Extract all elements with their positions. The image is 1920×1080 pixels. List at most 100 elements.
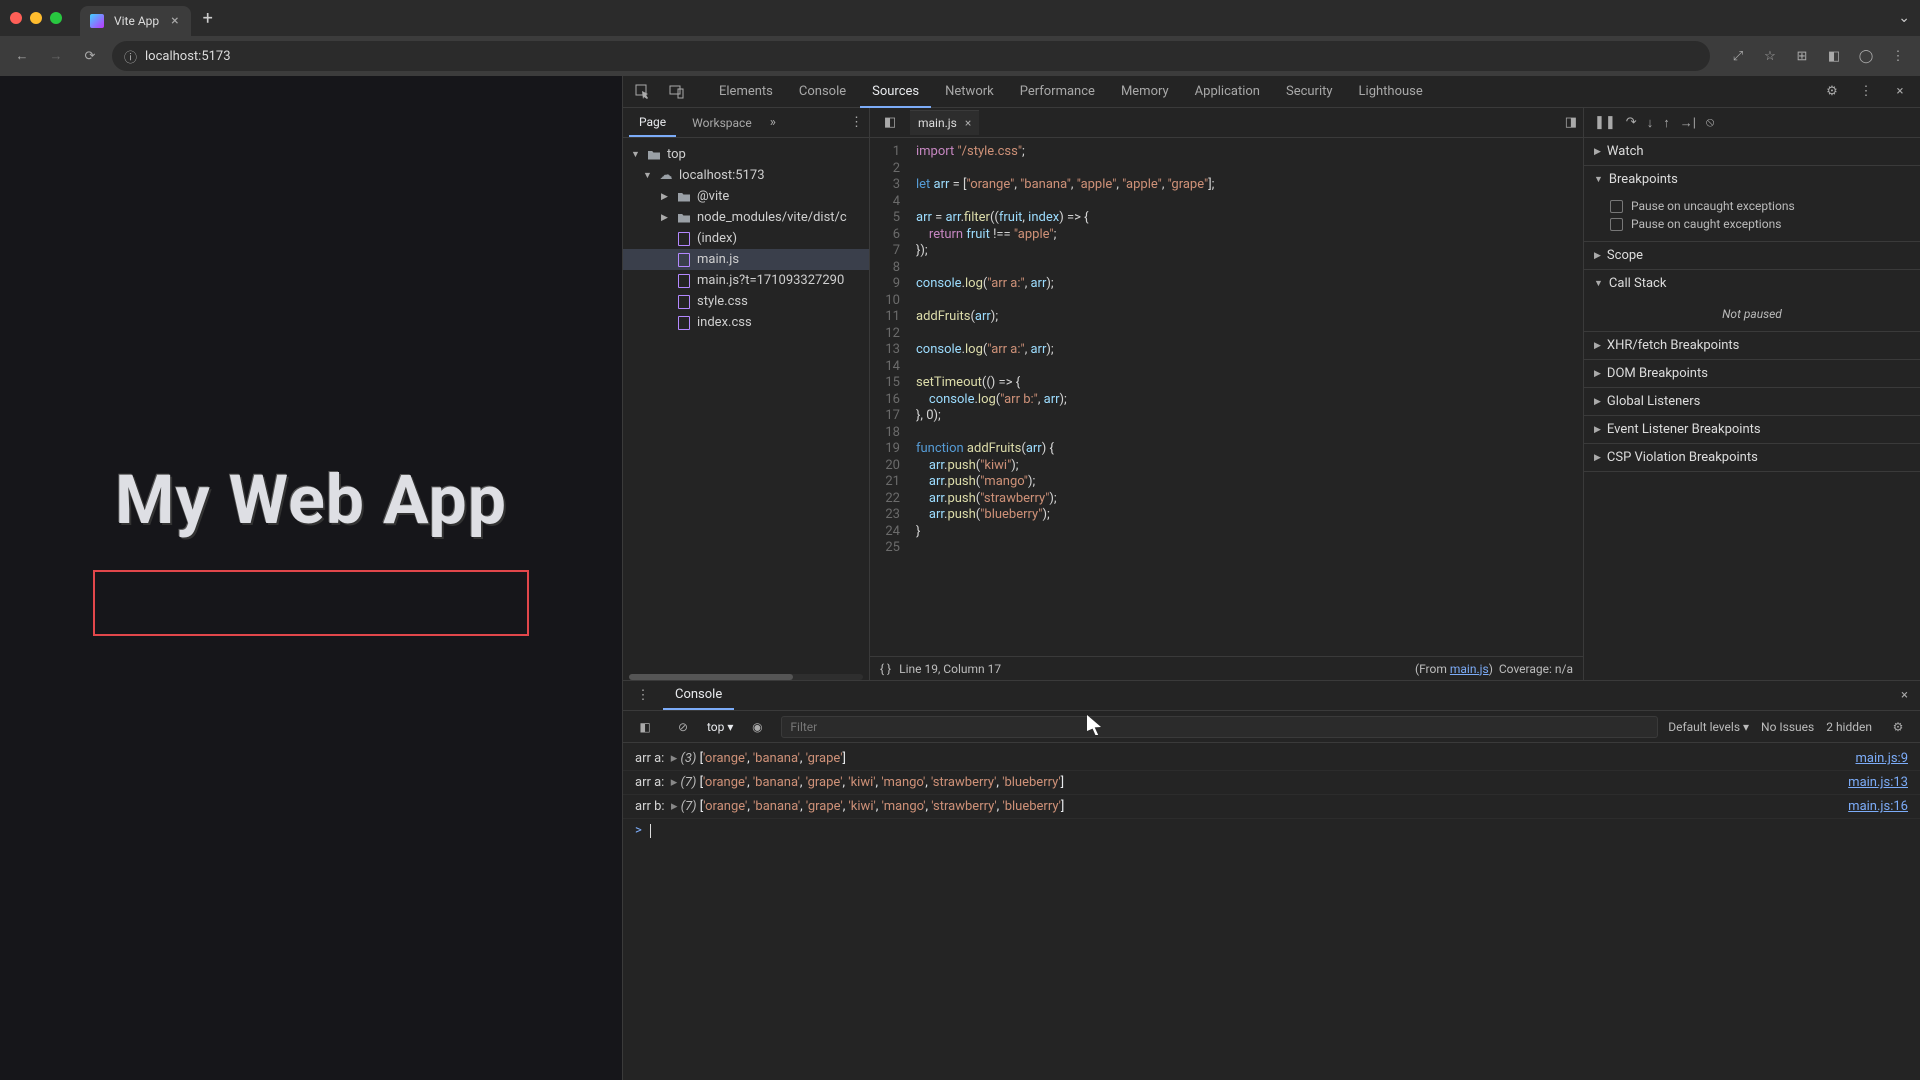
console-drawer: ⋮ Console × ◧ ⊘ top ▾ ◉ Filter Default l…	[623, 680, 1920, 1080]
console-row[interactable]: arr a: ▸ (3) ['orange', 'banana', 'grape…	[623, 747, 1920, 771]
devtools-close-icon[interactable]: ×	[1886, 78, 1914, 106]
tree-host[interactable]: ▼☁localhost:5173	[623, 165, 869, 186]
navigator-more-icon[interactable]: »	[770, 115, 776, 130]
step-into-icon[interactable]: ↓	[1647, 115, 1654, 131]
folder-icon	[677, 190, 691, 204]
console-output[interactable]: arr a: ▸ (3) ['orange', 'banana', 'grape…	[623, 743, 1920, 1080]
devtools-tab-memory[interactable]: Memory	[1109, 76, 1181, 108]
dom-breakpoints-section[interactable]: ▶DOM Breakpoints	[1584, 360, 1920, 387]
browser-tab-strip: Vite App × + ⌄	[0, 0, 1920, 36]
devtools-tab-security[interactable]: Security	[1274, 76, 1345, 108]
folder-icon	[677, 211, 691, 225]
pause-icon[interactable]: ❚❚	[1594, 115, 1616, 130]
breakpoints-section[interactable]: ▼Breakpoints	[1584, 166, 1920, 193]
zoom-icon[interactable]: ⤢	[1724, 42, 1752, 70]
navigator-menu-icon[interactable]: ⋮	[850, 115, 863, 130]
devtools-tab-elements[interactable]: Elements	[707, 76, 785, 108]
devtools-tab-sources[interactable]: Sources	[860, 76, 931, 108]
issues-label[interactable]: No Issues	[1761, 720, 1814, 734]
sidepanel-icon[interactable]: ◧	[1820, 42, 1848, 70]
maximize-window-icon[interactable]	[50, 12, 62, 24]
profile-icon[interactable]: ◯	[1852, 42, 1880, 70]
reload-button[interactable]: ⟳	[76, 42, 104, 70]
devtools-tab-console[interactable]: Console	[787, 76, 858, 108]
drawer-menu-icon[interactable]: ⋮	[629, 682, 657, 710]
forward-button[interactable]: →	[42, 42, 70, 70]
console-source-link[interactable]: main.js:9	[1855, 751, 1908, 766]
console-prompt[interactable]: >	[623, 819, 1920, 842]
console-sidebar-icon[interactable]: ◧	[631, 713, 659, 741]
tree-top[interactable]: ▼top	[623, 144, 869, 165]
hidden-count[interactable]: 2 hidden	[1826, 720, 1872, 734]
tab-list-button[interactable]: ⌄	[1898, 10, 1910, 26]
console-source-link[interactable]: main.js:16	[1848, 799, 1908, 814]
pretty-print-icon[interactable]: { }	[880, 662, 891, 676]
from-link[interactable]: main.js	[1450, 662, 1489, 676]
csp-breakpoints-section[interactable]: ▶CSP Violation Breakpoints	[1584, 444, 1920, 471]
devtools-settings-icon[interactable]: ⚙	[1818, 78, 1846, 106]
pause-caught-checkbox[interactable]: Pause on caught exceptions	[1610, 215, 1910, 233]
bookmark-icon[interactable]: ☆	[1756, 42, 1784, 70]
tree-file-index[interactable]: (index)	[623, 228, 869, 249]
file-icon	[677, 274, 691, 288]
drawer-tab-console[interactable]: Console	[663, 681, 734, 710]
device-toolbar-icon[interactable]	[663, 78, 691, 106]
step-icon[interactable]: →|	[1680, 115, 1696, 131]
step-out-icon[interactable]: ↑	[1663, 115, 1670, 131]
coverage-label: Coverage: n/a	[1499, 662, 1573, 676]
console-source-link[interactable]: main.js:13	[1848, 775, 1908, 790]
close-window-icon[interactable]	[10, 12, 22, 24]
tree-file-mainjs[interactable]: main.js	[623, 249, 869, 270]
tree-file-stylecss[interactable]: style.css	[623, 291, 869, 312]
callstack-section[interactable]: ▼Call Stack	[1584, 270, 1920, 297]
pause-uncaught-checkbox[interactable]: Pause on uncaught exceptions	[1610, 197, 1910, 215]
devtools-tab-lighthouse[interactable]: Lighthouse	[1347, 76, 1435, 108]
navigator-tab-page[interactable]: Page	[629, 109, 676, 137]
site-info-icon[interactable]: ⓘ	[124, 47, 137, 66]
window-controls	[10, 12, 62, 24]
browser-tab[interactable]: Vite App ×	[80, 6, 191, 36]
tree-file-mainjs-ts[interactable]: main.js?t=171093327290	[623, 270, 869, 291]
xhr-breakpoints-section[interactable]: ▶XHR/fetch Breakpoints	[1584, 332, 1920, 359]
from-label: (From main.js)	[1415, 662, 1493, 676]
sources-navigator: Page Workspace » ⋮ ▼top ▼☁localhost:5173…	[623, 108, 870, 680]
console-row[interactable]: arr b: ▸ (7) ['orange', 'banana', 'grape…	[623, 795, 1920, 819]
navigator-tab-workspace[interactable]: Workspace	[682, 110, 762, 136]
event-listener-breakpoints-section[interactable]: ▶Event Listener Breakpoints	[1584, 416, 1920, 443]
tab-close-icon[interactable]: ×	[169, 13, 180, 29]
step-over-icon[interactable]: ↷	[1626, 115, 1637, 130]
hero-container: My Web App	[93, 570, 529, 636]
scope-section[interactable]: ▶Scope	[1584, 242, 1920, 269]
devtools-tab-network[interactable]: Network	[933, 76, 1006, 108]
inspect-icon[interactable]	[629, 78, 657, 106]
watch-section[interactable]: ▶Watch	[1584, 138, 1920, 165]
tree-folder-vite[interactable]: ▶@vite	[623, 186, 869, 207]
toggle-debugger-icon[interactable]: ◨	[1565, 115, 1577, 130]
drawer-close-icon[interactable]: ×	[1895, 684, 1914, 707]
tree-folder-nodemodules[interactable]: ▶node_modules/vite/dist/c	[623, 207, 869, 228]
minimize-window-icon[interactable]	[30, 12, 42, 24]
console-filter-input[interactable]: Filter	[781, 716, 1658, 738]
new-tab-button[interactable]: +	[191, 8, 225, 29]
editor-tab-close-icon[interactable]: ×	[965, 116, 971, 130]
tree-file-indexcss[interactable]: index.css	[623, 312, 869, 333]
editor-tab-mainjs[interactable]: main.js ×	[910, 110, 979, 135]
console-settings-icon[interactable]: ⚙	[1884, 713, 1912, 741]
context-selector[interactable]: top ▾	[707, 720, 733, 734]
devtools-menu-icon[interactable]: ⋮	[1852, 78, 1880, 106]
extensions-icon[interactable]: ⊞	[1788, 42, 1816, 70]
code-area[interactable]: 1234567891011121314151617181920212223242…	[870, 138, 1583, 656]
menu-icon[interactable]: ⋮	[1884, 42, 1912, 70]
global-listeners-section[interactable]: ▶Global Listeners	[1584, 388, 1920, 415]
devtools-tab-application[interactable]: Application	[1183, 76, 1272, 108]
clear-console-icon[interactable]: ⊘	[669, 713, 697, 741]
page-viewport: My Web App	[0, 76, 622, 1080]
console-row[interactable]: arr a: ▸ (7) ['orange', 'banana', 'grape…	[623, 771, 1920, 795]
log-levels-selector[interactable]: Default levels ▾	[1668, 720, 1749, 734]
back-button[interactable]: ←	[8, 42, 36, 70]
deactivate-breakpoints-icon[interactable]: ⦸	[1706, 115, 1714, 130]
live-expression-icon[interactable]: ◉	[743, 713, 771, 741]
address-bar[interactable]: ⓘ localhost:5173	[112, 41, 1710, 71]
devtools-tab-performance[interactable]: Performance	[1008, 76, 1107, 108]
toggle-navigator-icon[interactable]: ◧	[876, 109, 904, 137]
